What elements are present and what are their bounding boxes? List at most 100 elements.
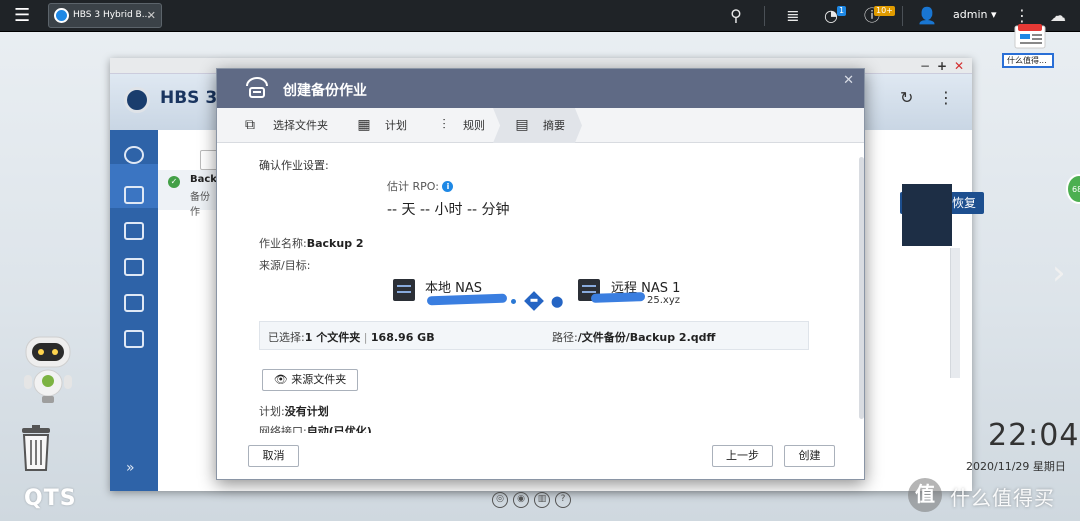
- divider: [764, 6, 765, 26]
- schedule-value: 没有计划: [284, 405, 329, 418]
- info-icon[interactable]: i: [442, 181, 454, 192]
- news-widget-caption[interactable]: 什么值得...: [1002, 53, 1054, 68]
- job-detail-panel: [902, 184, 952, 246]
- job-name-label: 作业名称:: [259, 237, 307, 250]
- news-widget-icon[interactable]: [1014, 24, 1046, 50]
- success-check-icon: ✓: [168, 176, 180, 188]
- local-nas-icon: [393, 279, 415, 301]
- selected-value: 1 个文件夹: [304, 331, 361, 344]
- hbs3-logo-icon: [124, 87, 150, 113]
- notification-badge: 1: [837, 6, 847, 16]
- schedule-row: 计划:没有计划: [259, 403, 329, 419]
- dialog-title: 创建备份作业: [283, 83, 367, 99]
- step-label: 计划: [385, 119, 407, 132]
- hbs3-app-icon: [54, 8, 69, 23]
- destination-host: 25.xyz: [647, 295, 680, 306]
- selection-summary: 已选择:1 个文件夹 | 168.96 GB: [268, 331, 435, 344]
- qts-logo: QTS: [24, 486, 77, 511]
- app-tab-title: HBS 3 Hybrid B...: [73, 10, 151, 20]
- app-center-icon[interactable]: ◉: [513, 492, 529, 508]
- dialog-scrollbar[interactable]: [859, 157, 864, 419]
- event-badge: 10+: [874, 6, 895, 16]
- step-summary[interactable]: ▤ 摘要: [513, 108, 573, 143]
- watermark-text: 什么值得买: [950, 486, 1055, 510]
- source-folder-label: 来源文件夹: [291, 373, 347, 386]
- close-tab-icon[interactable]: ✕: [147, 4, 156, 27]
- step-label: 摘要: [543, 119, 565, 132]
- sliders-icon: ⫶: [442, 117, 446, 133]
- recycle-bin-icon[interactable]: [18, 425, 54, 471]
- network-value: 自动(已优化): [306, 425, 372, 433]
- app-title: HBS 3: [160, 88, 218, 108]
- network-row: 网络接口:自动(已优化): [259, 423, 372, 433]
- backup-icon[interactable]: [124, 186, 144, 204]
- selection-info-bar: 已选择:1 个文件夹 | 168.96 GB 路径:/文件备份/Backup 2…: [259, 321, 809, 350]
- desktop-dock: ◎ ◉ ▥?: [492, 490, 576, 508]
- source-nas-name: 本地 NAS: [425, 281, 483, 296]
- job-name-value: Backup 2: [306, 237, 364, 250]
- dialog-footer: 取消 上一步 创建: [217, 433, 864, 479]
- redaction-scribble: [590, 292, 646, 303]
- user-menu[interactable]: admin ▾: [953, 8, 996, 21]
- job-list-item[interactable]: ✓ Back 备份作: [158, 170, 218, 218]
- job-item-title: Back: [190, 174, 217, 185]
- user-avatar-icon[interactable]: 👤: [916, 5, 938, 27]
- selected-label: 已选择:: [268, 331, 305, 344]
- flow-dot: [511, 299, 516, 304]
- more-options-icon[interactable]: ⋮: [938, 88, 954, 107]
- step-schedule[interactable]: ▦ 计划: [355, 108, 425, 143]
- location-pin-icon: ⬤: [551, 295, 564, 308]
- helpdesk-robot-icon[interactable]: [18, 333, 78, 405]
- clock-date: 2020/11/29 星期日: [966, 460, 1066, 473]
- back-button[interactable]: 上一步: [712, 445, 773, 467]
- path-value: /文件备份/Backup 2.qdff: [577, 331, 716, 344]
- help-icon[interactable]: ?: [555, 492, 571, 508]
- folder-copy-icon: ⧉: [245, 117, 255, 133]
- app-tab-hbs3[interactable]: HBS 3 Hybrid B... ✕: [48, 3, 162, 28]
- close-dialog-icon[interactable]: ✕: [843, 73, 854, 88]
- create-backup-job-dialog: 创建备份作业 ✕ ⧉ 选择文件夹 ▦ 计划 ⫶ 规则 ▤ 摘要 确认作业设置: …: [216, 68, 865, 480]
- watermark-logo: 值: [908, 478, 942, 512]
- logs-icon[interactable]: [124, 330, 144, 348]
- dialog-header: 创建备份作业 ✕: [217, 69, 864, 108]
- utility-icon[interactable]: ▥: [534, 492, 550, 508]
- step-select-folder[interactable]: ⧉ 选择文件夹: [241, 108, 341, 143]
- cancel-button[interactable]: 取消: [248, 445, 299, 467]
- rpo-value: -- 天 -- 小时 -- 分钟: [387, 202, 510, 218]
- clock-time: 22:04: [988, 418, 1080, 453]
- top-bar: ☰ HBS 3 Hybrid B... ✕ ⚲ ≣ ◔ 1 ⓘ 10+ 👤 ad…: [0, 0, 1080, 32]
- maximize-icon[interactable]: +: [937, 58, 947, 74]
- job-item-subtitle: 备份作: [190, 192, 210, 218]
- minimize-icon[interactable]: −: [920, 58, 930, 74]
- refresh-icon[interactable]: ↻: [900, 88, 913, 107]
- task-stack-icon[interactable]: ≣: [782, 5, 804, 27]
- clipboard-icon: ▤: [515, 117, 529, 133]
- source-folder-button[interactable]: 👁 来源文件夹: [262, 369, 358, 391]
- sync-icon[interactable]: [124, 258, 144, 276]
- redaction-scribble: [426, 293, 508, 306]
- scrollbar[interactable]: [950, 248, 960, 378]
- app-sidebar: »: [110, 130, 158, 491]
- restore-icon[interactable]: [124, 222, 144, 240]
- divider: [902, 6, 903, 26]
- overview-icon[interactable]: [124, 146, 144, 164]
- dialog-content: 确认作业设置: 估计 RPO: i -- 天 -- 小时 -- 分钟 作业名称:…: [217, 143, 864, 433]
- path-label: 路径:: [552, 331, 578, 344]
- myqnapcloud-icon[interactable]: ◎: [492, 492, 508, 508]
- selected-size: 168.96 GB: [370, 331, 435, 344]
- job-name-row: 作业名称:Backup 2: [259, 235, 364, 251]
- search-icon[interactable]: ⚲: [726, 5, 746, 27]
- step-label: 选择文件夹: [273, 119, 328, 132]
- expand-sidebar-icon[interactable]: »: [126, 460, 135, 476]
- close-window-icon[interactable]: ✕: [954, 58, 964, 74]
- dashboard-gauge-icon[interactable]: ☁: [1044, 5, 1072, 27]
- source-destination-label: 来源/目标:: [259, 259, 311, 272]
- schedule-label: 计划:: [259, 405, 285, 418]
- create-button[interactable]: 创建: [784, 445, 835, 467]
- eye-icon: 👁: [273, 373, 288, 386]
- main-menu-icon[interactable]: ☰: [14, 6, 34, 26]
- rpo-label-text: 估计 RPO:: [387, 180, 439, 193]
- step-rules[interactable]: ⫶ 规则: [435, 108, 495, 143]
- storage-spaces-icon[interactable]: [124, 294, 144, 312]
- next-page-arrow-icon[interactable]: ›: [1052, 256, 1072, 290]
